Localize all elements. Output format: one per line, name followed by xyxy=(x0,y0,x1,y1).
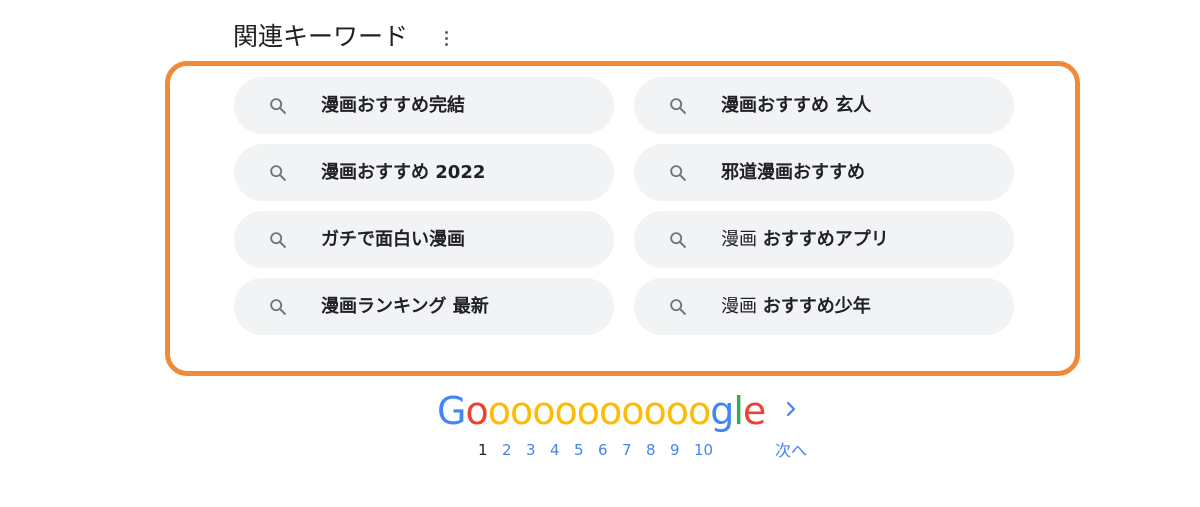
page-link[interactable]: 3 xyxy=(526,440,550,460)
current-page-number: 1 xyxy=(478,441,488,459)
logo-letter: o xyxy=(665,389,689,433)
related-search-label: 漫画おすすめ 玄人 xyxy=(721,77,871,134)
related-search-chip[interactable]: 漫画 おすすめ少年 xyxy=(634,278,1014,335)
related-search-label: ガチで面白い漫画 xyxy=(321,211,465,268)
suggestion-text: おすすめ少年 xyxy=(762,296,871,317)
related-search-label: 漫画おすすめ 2022 xyxy=(321,144,485,201)
logo-letter: o xyxy=(509,389,533,433)
search-icon xyxy=(670,232,686,248)
related-search-chip[interactable]: 漫画おすすめ 2022 xyxy=(234,144,614,201)
page-link[interactable]: 8 xyxy=(646,440,670,460)
page-link[interactable]: 4 xyxy=(550,440,574,460)
next-page-link[interactable]: 次へ xyxy=(775,441,807,461)
page-numbers: 1 2 3 4 5 6 7 8 9 10 xyxy=(478,440,718,460)
logo-letter: o xyxy=(532,389,555,433)
related-search-chip[interactable]: ガチで面白い漫画 xyxy=(234,211,614,268)
related-search-label: 邪道漫画おすすめ xyxy=(721,144,865,201)
page-link[interactable]: 6 xyxy=(598,440,622,460)
logo-letter: o xyxy=(576,389,600,433)
more-options-icon[interactable] xyxy=(436,27,456,49)
logo-letter: g xyxy=(710,389,734,433)
logo-letter: e xyxy=(742,389,766,433)
google-pagination-logo: Gooooooooooogle xyxy=(437,387,766,435)
logo-letter: G xyxy=(437,389,466,433)
related-search-chip[interactable]: 漫画おすすめ完結 xyxy=(234,77,614,134)
suggestion-text: 邪道漫画おすすめ xyxy=(721,162,865,183)
related-search-chip[interactable]: 邪道漫画おすすめ xyxy=(634,144,1014,201)
query-text: 漫画 xyxy=(721,296,763,317)
search-icon xyxy=(670,165,686,181)
related-search-chip[interactable]: 漫画 おすすめアプリ xyxy=(634,211,1014,268)
related-search-label: 漫画 おすすめ少年 xyxy=(721,278,871,335)
search-icon xyxy=(270,232,286,248)
related-search-chip[interactable]: 漫画おすすめ 玄人 xyxy=(634,77,1014,134)
logo-letter: o xyxy=(487,389,511,433)
page-link[interactable]: 5 xyxy=(574,440,598,460)
logo-letter: o xyxy=(598,389,622,433)
related-keywords-heading: 関連キーワード xyxy=(233,22,409,51)
page-link[interactable]: 7 xyxy=(622,440,646,460)
logo-letter: o xyxy=(621,389,644,433)
search-icon xyxy=(270,299,286,315)
suggestion-text: 漫画ランキング 最新 xyxy=(321,296,489,317)
related-search-label: 漫画ランキング 最新 xyxy=(321,278,489,335)
logo-letter: o xyxy=(643,389,666,433)
logo-letter: o xyxy=(465,389,488,433)
search-icon xyxy=(670,299,686,315)
suggestion-text: 漫画おすすめ完結 xyxy=(321,95,465,116)
query-text: 漫画 xyxy=(721,229,763,250)
search-icon xyxy=(270,98,286,114)
page-link[interactable]: 9 xyxy=(670,440,694,460)
logo-letter: l xyxy=(733,389,744,433)
related-search-label: 漫画 おすすめアプリ xyxy=(721,211,889,268)
search-icon xyxy=(270,165,286,181)
page-link[interactable]: 2 xyxy=(502,440,526,460)
related-search-label: 漫画おすすめ完結 xyxy=(321,77,465,134)
suggestion-text: 漫画おすすめ 2022 xyxy=(321,162,486,183)
search-icon xyxy=(670,98,686,114)
page-link[interactable]: 10 xyxy=(694,440,718,460)
suggestion-text: おすすめアプリ xyxy=(762,229,889,250)
logo-letter: o xyxy=(554,389,577,433)
suggestion-text: ガチで面白い漫画 xyxy=(321,229,465,250)
logo-letter: o xyxy=(687,389,711,433)
related-search-chip[interactable]: 漫画ランキング 最新 xyxy=(234,278,614,335)
chevron-right-icon[interactable] xyxy=(781,399,801,419)
suggestion-text: 漫画おすすめ 玄人 xyxy=(721,95,872,116)
